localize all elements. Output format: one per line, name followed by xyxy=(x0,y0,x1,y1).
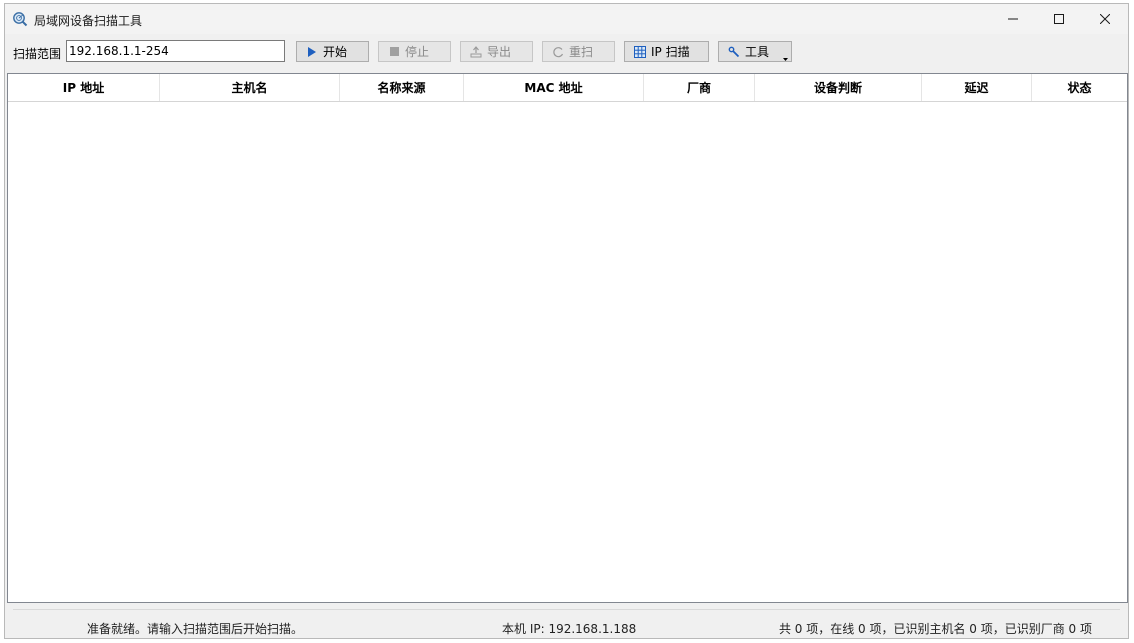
start-button[interactable]: 开始 xyxy=(296,41,369,62)
wrench-icon xyxy=(728,46,740,58)
tools-dropdown-button[interactable]: 工具 xyxy=(718,41,792,62)
toolbar: 扫描范围 开始 停止 导出 xyxy=(5,36,1128,68)
column-header-vendor[interactable]: 厂商 xyxy=(644,74,755,101)
column-header-name-source[interactable]: 名称来源 xyxy=(340,74,464,101)
tools-button-label: 工具 xyxy=(745,45,770,59)
minimize-icon xyxy=(1008,18,1018,20)
export-icon xyxy=(470,45,482,58)
play-icon xyxy=(306,46,318,58)
window-title: 局域网设备扫描工具 xyxy=(34,14,143,28)
grid-icon xyxy=(634,45,646,58)
column-header-hostname[interactable]: 主机名 xyxy=(160,74,340,101)
chevron-down-icon xyxy=(783,50,788,64)
maximize-button[interactable] xyxy=(1036,4,1082,34)
status-divider xyxy=(13,609,1120,610)
status-bar: 准备就绪。请输入扫描范围后开始扫描。 本机 IP: 192.168.1.188 … xyxy=(5,607,1128,638)
local-ip-label: 本机 IP: 192.168.1.188 xyxy=(502,622,637,636)
stop-icon xyxy=(388,46,400,58)
ip-scan-button[interactable]: IP 扫描 xyxy=(624,41,709,62)
scan-range-input[interactable] xyxy=(66,40,285,62)
radar-search-icon xyxy=(12,11,28,27)
table-body[interactable] xyxy=(8,102,1127,602)
app-window: 局域网设备扫描工具 扫描范围 开始 xyxy=(4,3,1129,639)
status-message: 准备就绪。请输入扫描范围后开始扫描。 xyxy=(87,622,304,636)
minimize-button[interactable] xyxy=(990,4,1036,34)
column-header-status[interactable]: 状态 xyxy=(1032,74,1127,101)
ip-scan-button-label: IP 扫描 xyxy=(651,45,690,59)
column-header-device-type[interactable]: 设备判断 xyxy=(755,74,922,101)
export-button-label: 导出 xyxy=(487,45,512,59)
stop-button-label: 停止 xyxy=(405,45,430,59)
refresh-icon xyxy=(552,46,564,58)
close-icon xyxy=(1100,14,1110,24)
column-header-mac[interactable]: MAC 地址 xyxy=(464,74,644,101)
rescan-button-label: 重扫 xyxy=(569,45,594,59)
close-button[interactable] xyxy=(1082,4,1128,34)
column-header-ip[interactable]: IP 地址 xyxy=(8,74,160,101)
maximize-icon xyxy=(1054,14,1064,24)
title-bar[interactable]: 局域网设备扫描工具 xyxy=(5,4,1128,34)
column-header-latency[interactable]: 延迟 xyxy=(922,74,1032,101)
rescan-button[interactable]: 重扫 xyxy=(542,41,615,62)
device-table[interactable]: IP 地址 主机名 名称来源 MAC 地址 厂商 设备判断 延迟 状态 xyxy=(7,73,1128,603)
scan-range-label: 扫描范围 xyxy=(13,47,62,61)
table-header: IP 地址 主机名 名称来源 MAC 地址 厂商 设备判断 延迟 状态 xyxy=(8,74,1127,102)
stop-button[interactable]: 停止 xyxy=(378,41,451,62)
scan-summary: 共 0 项，在线 0 项，已识别主机名 0 项，已识别厂商 0 项 xyxy=(778,622,1092,636)
export-button[interactable]: 导出 xyxy=(460,41,533,62)
start-button-label: 开始 xyxy=(323,45,348,59)
